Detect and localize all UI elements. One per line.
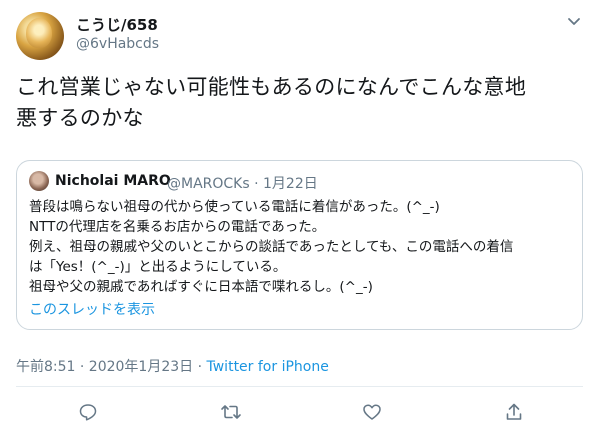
quoted-display-name: Nicholai MARO xyxy=(55,173,171,189)
action-bar xyxy=(0,398,599,428)
author-display-name[interactable]: こうじ/658 xyxy=(76,14,158,35)
tweet-card: こうじ/658 @6vHabcds これ営業じゃない可能性もあるのになんでこんな… xyxy=(0,0,599,437)
divider xyxy=(16,386,583,387)
quoted-text-line: NTTの代理店を名乗るお店からの電話であった。 xyxy=(29,219,326,235)
quoted-handle-date: @MAROCKs · 1月22日 xyxy=(167,176,318,192)
quoted-text-line: 普段は鳴らない祖母の代から使っている電話に着信があった。(^_-) xyxy=(29,199,440,215)
tweet-text: これ営業じゃない可能性もあるのになんでこんな意地 悪するのかな xyxy=(16,72,581,134)
chevron-down-icon[interactable] xyxy=(566,13,582,29)
timestamp[interactable]: 午前8:51 · 2020年1月23日 · xyxy=(16,359,207,375)
reply-icon[interactable] xyxy=(78,402,98,422)
quoted-text-line: は「Yes！(^_-)」と出るようにしている。 xyxy=(29,259,287,275)
like-icon[interactable] xyxy=(362,402,382,422)
quoted-avatar xyxy=(29,171,49,191)
quoted-text-line: 祖母や父の親戚であればすぐに日本語で喋れるし。(^_-) xyxy=(29,279,373,295)
share-icon[interactable] xyxy=(504,402,524,422)
retweet-icon[interactable] xyxy=(220,402,241,422)
quoted-tweet[interactable]: Nicholai MARO @MAROCKs · 1月22日 普段は鳴らない祖母… xyxy=(16,160,583,330)
tweet-text-line: 悪するのかな xyxy=(16,106,144,130)
tweet-text-line: これ営業じゃない可能性もあるのになんでこんな意地 xyxy=(16,75,527,99)
avatar[interactable] xyxy=(16,12,64,60)
quoted-text-line: 例え、祖母の親戚や父のいとこからの談話であったとしても、この電話への着信 xyxy=(29,239,514,255)
avatar-image xyxy=(26,18,52,48)
tweet-meta: 午前8:51 · 2020年1月23日 · Twitter for iPhone xyxy=(16,356,329,376)
quoted-text: 普段は鳴らない祖母の代から使っている電話に着信があった。(^_-) NTTの代理… xyxy=(29,197,574,297)
author-handle[interactable]: @6vHabcds xyxy=(76,36,159,52)
source-link[interactable]: Twitter for iPhone xyxy=(207,359,329,375)
show-thread-link[interactable]: このスレッドを表示 xyxy=(29,299,155,319)
